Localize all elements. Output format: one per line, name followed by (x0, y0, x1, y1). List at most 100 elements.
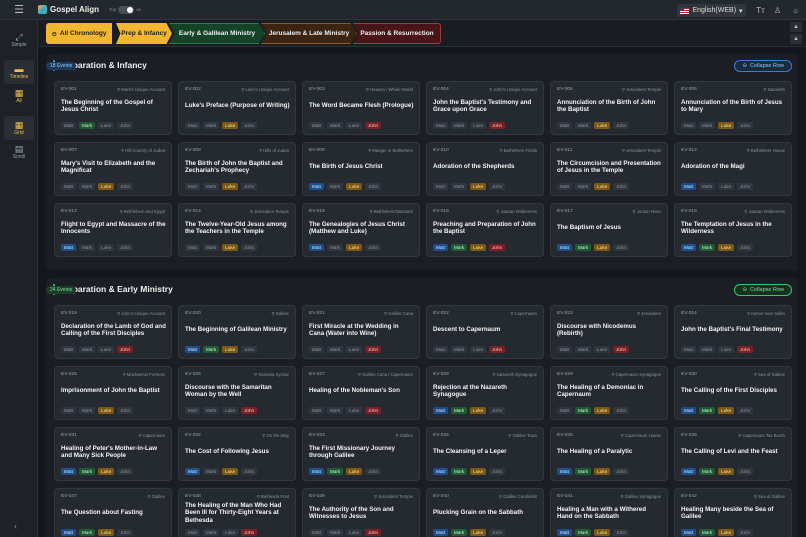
tab-all-chronology[interactable]: ⊖ All Chronology (46, 23, 112, 44)
gospel-tag-matt[interactable]: Matt (557, 345, 572, 353)
gospel-tag-luke[interactable]: Luke (98, 467, 115, 475)
event-card[interactable]: EV-035 ⚲ Capernaum House The Healing of a … (550, 427, 668, 481)
gospel-tag-matt[interactable]: Matt (61, 182, 76, 190)
gospel-tag-john[interactable]: John (117, 345, 134, 353)
mode-toggle[interactable]: Top on (109, 5, 141, 14)
gospel-tag-luke[interactable]: Luke (718, 345, 735, 353)
gospel-tag-matt[interactable]: Matt (309, 467, 324, 475)
gospel-tag-luke[interactable]: Luke (594, 345, 611, 353)
gospel-tag-john[interactable]: John (365, 121, 382, 129)
gospel-tag-john[interactable]: John (737, 121, 754, 129)
gospel-tag-mark[interactable]: Mark (326, 121, 344, 129)
gospel-tag-matt[interactable]: Matt (61, 467, 76, 475)
gospel-tag-matt[interactable]: Matt (61, 345, 76, 353)
gospel-tag-luke[interactable]: Luke (470, 528, 487, 536)
gospel-tag-luke[interactable]: Luke (346, 467, 363, 475)
gospel-tag-mark[interactable]: Mark (574, 528, 592, 536)
gospel-tag-matt[interactable]: Matt (433, 121, 448, 129)
gospel-tag-matt[interactable]: Matt (557, 243, 572, 251)
event-card[interactable]: EV-006 ⚲ Nazareth Annunciation of the Birt… (674, 81, 792, 135)
gospel-tag-mark[interactable]: Mark (450, 467, 468, 475)
event-card[interactable]: EV-042 ⚲ Sea of Galilee Healing Many besid… (674, 488, 792, 537)
gospel-tag-mark[interactable]: Mark (698, 528, 716, 536)
gospel-tag-john[interactable]: John (117, 182, 134, 190)
tab-passion-resurrection[interactable]: Passion & Resurrection (353, 23, 441, 44)
gospel-tag-luke[interactable]: Luke (98, 528, 115, 536)
gospel-tag-luke[interactable]: Luke (470, 345, 487, 353)
gospel-tag-matt[interactable]: Matt (681, 406, 696, 414)
gospel-tag-john[interactable]: John (489, 243, 506, 251)
gospel-tag-mark[interactable]: Mark (78, 406, 96, 414)
gospel-tag-mark[interactable]: Mark (78, 467, 96, 475)
gospel-tag-matt[interactable]: Matt (309, 121, 324, 129)
event-card[interactable]: EV-032 ⚲ On the Way The Cost of Following … (178, 427, 296, 481)
event-card[interactable]: EV-007 ⚲ Hill Country of Judea Mary's Visi… (54, 142, 172, 196)
gospel-tag-matt[interactable]: Matt (681, 243, 696, 251)
sidebar-item-all[interactable]: ▦ All (4, 84, 34, 108)
event-card[interactable]: EV-031 ⚲ Capernaum Healing of Peter's Moth… (54, 427, 172, 481)
gospel-tag-mark[interactable]: Mark (698, 467, 716, 475)
sidebar-item-scroll[interactable]: ▤ Scroll (4, 140, 34, 164)
gospel-tag-john[interactable]: John (365, 243, 382, 251)
event-card[interactable]: EV-029 ⚲ Capernaum Synagogue The Healing o… (550, 366, 668, 420)
event-card[interactable]: EV-016 ⚲ Judean Wilderness Preaching and P… (426, 203, 544, 257)
gospel-tag-matt[interactable]: Matt (309, 345, 324, 353)
gospel-tag-luke[interactable]: Luke (470, 406, 487, 414)
gospel-tag-matt[interactable]: Matt (557, 406, 572, 414)
gospel-tag-matt[interactable]: Matt (681, 182, 696, 190)
event-card[interactable]: EV-038 ⚲ Bethesda Pool The Healing of the … (178, 488, 296, 537)
gospel-tag-luke[interactable]: Luke (222, 528, 239, 536)
gospel-tag-mark[interactable]: Mark (202, 243, 220, 251)
gospel-tag-luke[interactable]: Luke (594, 121, 611, 129)
gospel-tag-luke[interactable]: Luke (98, 121, 115, 129)
gospel-tag-matt[interactable]: Matt (309, 182, 324, 190)
gospel-tag-mark[interactable]: Mark (450, 345, 468, 353)
event-card[interactable]: EV-025 ⚲ Machaerus Fortress Imprisonment o… (54, 366, 172, 420)
gospel-tag-mark[interactable]: Mark (202, 182, 220, 190)
gospel-tag-matt[interactable]: Matt (681, 345, 696, 353)
gospel-tag-luke[interactable]: Luke (470, 121, 487, 129)
gospel-tag-john[interactable]: John (489, 121, 506, 129)
language-selector[interactable]: English(WEB) ▾ (677, 4, 746, 17)
event-card[interactable]: EV-011 ⚲ Jerusalem Temple The Circumcision… (550, 142, 668, 196)
gospel-tag-mark[interactable]: Mark (450, 121, 468, 129)
sidebar-item-simple[interactable]: ⤢ Simple (4, 28, 34, 52)
event-card[interactable]: EV-002 ⚲ Luke's Unique Account Luke's Pref… (178, 81, 296, 135)
gospel-tag-luke[interactable]: Luke (222, 243, 239, 251)
gospel-tag-john[interactable]: John (613, 243, 630, 251)
gospel-tag-john[interactable]: John (117, 467, 134, 475)
gospel-tag-john[interactable]: John (737, 467, 754, 475)
gospel-tag-luke[interactable]: Luke (346, 182, 363, 190)
event-card[interactable]: EV-020 ⚲ Galilee The Beginning of Galilean… (178, 305, 296, 359)
gospel-tag-matt[interactable]: Matt (433, 182, 448, 190)
event-card[interactable]: EV-015 ⚲ Bethlehem/Nazareth The Genealogie… (302, 203, 420, 257)
gospel-tag-john[interactable]: John (737, 243, 754, 251)
event-card[interactable]: EV-017 ⚲ Jordan River The Baptism of Jesus… (550, 203, 668, 257)
gospel-tag-luke[interactable]: Luke (718, 528, 735, 536)
event-card[interactable]: EV-013 ⚲ Bethlehem and Egypt Flight to Egy… (54, 203, 172, 257)
event-card[interactable]: EV-034 ⚲ Galilee Town The Cleansing of a L… (426, 427, 544, 481)
gospel-tag-luke[interactable]: Luke (222, 406, 239, 414)
gospel-tag-luke[interactable]: Luke (470, 182, 487, 190)
gospel-tag-mark[interactable]: Mark (78, 182, 96, 190)
gospel-tag-john[interactable]: John (241, 345, 258, 353)
gospel-tag-john[interactable]: John (613, 528, 630, 536)
gospel-tag-luke[interactable]: Luke (98, 182, 115, 190)
gospel-tag-luke[interactable]: Luke (346, 406, 363, 414)
user-icon[interactable]: ♙ (771, 4, 784, 16)
sidebar-item-timeline[interactable]: ▬ Timeline (4, 60, 34, 84)
gospel-tag-mark[interactable]: Mark (202, 121, 220, 129)
gospel-tag-john[interactable]: John (117, 406, 134, 414)
gospel-tag-luke[interactable]: Luke (222, 121, 239, 129)
scroll-up-icon[interactable]: ▲ (790, 22, 802, 32)
event-card[interactable]: EV-023 ⚲ Jerusalem Discourse with Nicodemu… (550, 305, 668, 359)
gospel-tag-john[interactable]: John (117, 121, 134, 129)
gospel-tag-mark[interactable]: Mark (574, 121, 592, 129)
event-card[interactable]: EV-008 ⚲ Hills of Judea The Birth of John … (178, 142, 296, 196)
gospel-tag-mark[interactable]: Mark (202, 406, 220, 414)
gospel-tag-luke[interactable]: Luke (718, 121, 735, 129)
event-card[interactable]: EV-003 ⚲ Heaven / Whole World The Word Bec… (302, 81, 420, 135)
event-card[interactable]: EV-037 ⚲ Galilee The Question about Fastin… (54, 488, 172, 537)
gospel-tag-mark[interactable]: Mark (450, 406, 468, 414)
menu-icon[interactable]: ☰ (0, 0, 38, 20)
